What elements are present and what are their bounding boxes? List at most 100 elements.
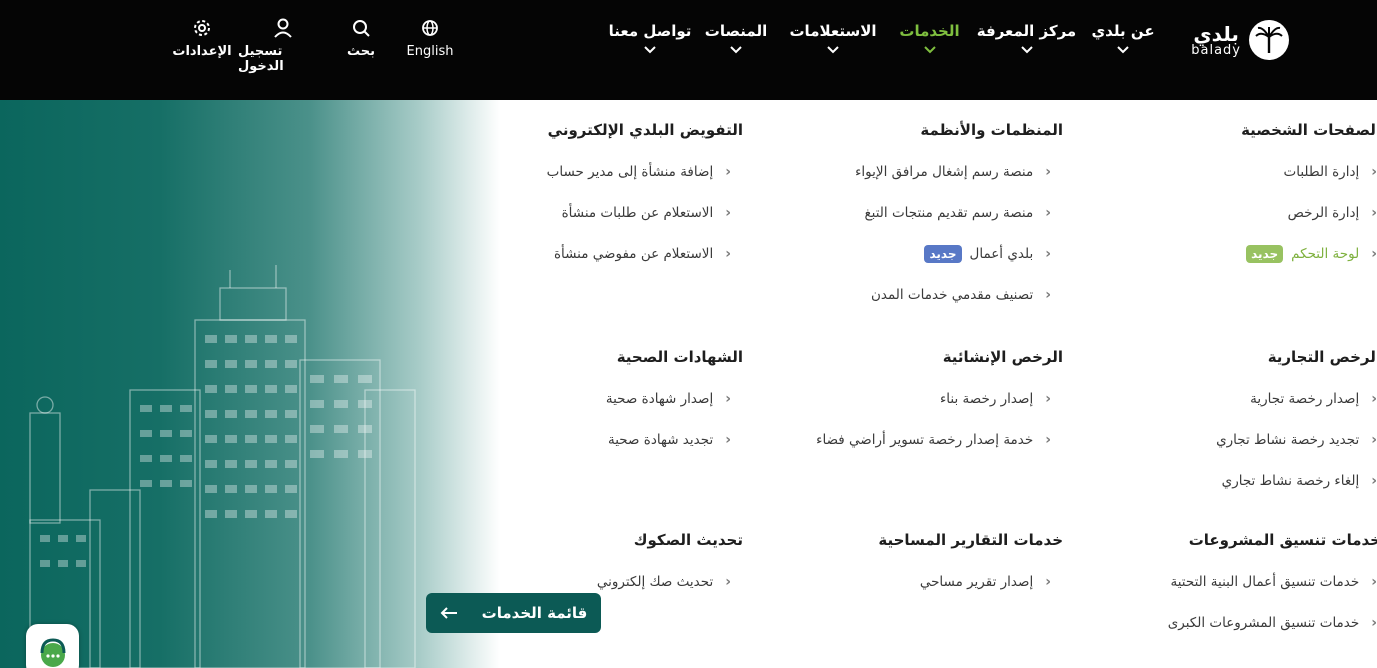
new-badge: جديد (1246, 245, 1284, 263)
link-text: منصة رسم تقديم منتجات التبغ (864, 205, 1034, 221)
chevron-left-icon: ‹ (1371, 574, 1377, 590)
link-add-facility-to-account-manager[interactable]: ‹ إضافة منشأة إلى مدير حساب (453, 162, 731, 182)
nav-services[interactable]: الخدمات (889, 22, 970, 54)
link-text: الاستعلام عن مفوضي منشأة (553, 246, 714, 262)
language-switch-button[interactable]: English (394, 18, 466, 74)
globe-icon (422, 20, 438, 36)
section-construction-licenses: الرخص الإنشائية ‹ إصدار رخصة بناء ‹ خدمة إ… (773, 348, 1063, 450)
section-title: الشهادات الصحية (616, 348, 743, 366)
nav-label: تواصل معنا (608, 22, 692, 40)
link-issue-survey-report[interactable]: ‹ إصدار تقرير مساحي (773, 572, 1051, 592)
link-renew-health-certificate[interactable]: ‹ تجديد شهادة صحية (453, 430, 731, 450)
nav-knowledge-center[interactable]: مركز المعرفة (970, 22, 1083, 54)
nav-label: الخدمات (899, 22, 960, 40)
chevron-left-icon: ‹ (1045, 574, 1051, 590)
nav-inquiries[interactable]: الاستعلامات (777, 22, 889, 54)
nav-about-balady[interactable]: عن بلدي (1083, 22, 1163, 54)
chevron-down-icon (923, 46, 936, 54)
section-title: المنظمات والأنظمة (920, 121, 1063, 139)
top-navigation-bar: بلدي balady عن بلدي مركز المعرفة الخدمات… (0, 0, 1377, 100)
chevron-left-icon: ‹ (725, 164, 731, 180)
link-text: تصنيف مقدمي خدمات المدن (870, 287, 1034, 303)
section-title: تحديث الصكوك (633, 531, 743, 549)
services-list-button[interactable]: قائمة الخدمات (426, 593, 601, 633)
settings-button[interactable]: الإعدادات (166, 18, 238, 74)
link-text: خدمات تنسيق المشروعات الكبرى (1167, 615, 1360, 631)
logo-arabic-text: بلدي (1193, 21, 1239, 46)
section-project-coordination: خدمات تنسيق المشروعات ‹ خدمات تنسيق أعمال… (1077, 531, 1377, 633)
header-tools: English بحث تسجيل الدخول الإعدادات (166, 18, 466, 74)
section-title: التفويض البلدي الإلكتروني (547, 121, 743, 139)
chevron-down-icon (1020, 46, 1033, 54)
link-text: لوحة التحكم (1291, 246, 1360, 262)
chevron-down-icon (1117, 46, 1129, 54)
link-update-electronic-deed[interactable]: ‹ تحديث صك إلكتروني (453, 572, 731, 592)
link-text: إدارة الرخص (1287, 205, 1360, 221)
main-menu: عن بلدي مركز المعرفة الخدمات الاستعلامات… (605, 22, 1163, 54)
link-renew-commercial-license[interactable]: ‹ تجديد رخصة نشاط تجاري (1077, 430, 1377, 450)
link-issue-commercial-license[interactable]: ‹ إصدار رخصة تجارية (1077, 389, 1377, 409)
nav-label: الاستعلامات (789, 22, 877, 40)
buildings-outline (29, 265, 416, 668)
link-text: بلدي أعمال (969, 246, 1034, 262)
chevron-down-icon (827, 46, 839, 54)
chevron-left-icon: ‹ (1371, 391, 1377, 407)
section-title: الصفحات الشخصية (1241, 121, 1377, 139)
section-health-certificates: الشهادات الصحية ‹ إصدار شهادة صحية ‹ تجديد… (453, 348, 743, 450)
section-survey-reports: خدمات التقارير المساحية ‹ إصدار تقرير مسا… (773, 531, 1063, 592)
chevron-left-icon: ‹ (1045, 432, 1051, 448)
section-title: خدمات تنسيق المشروعات (1188, 531, 1377, 549)
link-text: خدمة إصدار رخصة تسوير أراضي فضاء (816, 432, 1034, 448)
chevron-left-icon: ‹ (1371, 432, 1377, 448)
login-button[interactable]: تسجيل الدخول (238, 18, 328, 74)
chevron-left-icon: ‹ (1045, 164, 1051, 180)
chevron-left-icon: ‹ (725, 391, 731, 407)
search-icon (353, 20, 370, 37)
link-manage-licenses[interactable]: ‹ إدارة الرخص (1077, 203, 1377, 223)
section-organizations-systems: المنظمات والأنظمة ‹ منصة رسم إشغال مرافق … (773, 121, 1063, 305)
link-text: إصدار تقرير مساحي (919, 574, 1034, 590)
chevron-left-icon: ‹ (1371, 473, 1377, 489)
left-arrow-icon (440, 607, 457, 619)
login-label: تسجيل الدخول (238, 44, 284, 74)
chevron-down-icon (730, 46, 742, 54)
chevron-left-icon: ‹ (1371, 615, 1377, 631)
nav-platforms[interactable]: المنصات (695, 22, 777, 54)
settings-label: الإعدادات (172, 44, 232, 59)
link-tobacco-fee-platform[interactable]: ‹ منصة رسم تقديم منتجات التبغ (773, 203, 1051, 223)
section-personal-pages: الصفحات الشخصية ‹ إدارة الطلبات ‹ إدارة ال… (1077, 121, 1377, 264)
link-inquire-facility-requests[interactable]: ‹ الاستعلام عن طلبات منشأة (453, 203, 731, 223)
link-text: إضافة منشأة إلى مدير حساب (546, 164, 714, 180)
link-text: إصدار رخصة تجارية (1250, 391, 1360, 407)
link-cancel-commercial-license[interactable]: ‹ إلغاء رخصة نشاط تجاري (1077, 471, 1377, 491)
link-accommodation-fee-platform[interactable]: ‹ منصة رسم إشغال مرافق الإيواء (773, 162, 1051, 182)
section-title: الرخص التجارية (1267, 348, 1377, 366)
link-balady-business[interactable]: ‹ بلدي أعمال جديد (773, 244, 1051, 264)
search-button[interactable]: بحث (328, 18, 394, 74)
chevron-left-icon: ‹ (725, 574, 731, 590)
chevron-left-icon: ‹ (1371, 205, 1377, 221)
nav-label: المنصات (704, 22, 768, 40)
link-dashboard[interactable]: ‹ لوحة التحكم جديد (1077, 244, 1377, 264)
new-badge: جديد (924, 245, 962, 263)
chevron-left-icon: ‹ (1045, 246, 1051, 262)
link-issue-building-license[interactable]: ‹ إصدار رخصة بناء (773, 389, 1051, 409)
link-manage-requests[interactable]: ‹ إدارة الطلبات (1077, 162, 1377, 182)
balady-logo[interactable]: بلدي balady (1191, 20, 1289, 60)
language-label: English (406, 44, 454, 59)
link-inquire-facility-delegates[interactable]: ‹ الاستعلام عن مفوضي منشأة (453, 244, 731, 264)
link-issue-health-certificate[interactable]: ‹ إصدار شهادة صحية (453, 389, 731, 409)
nav-label: عن بلدي (1091, 22, 1155, 40)
chat-support-button[interactable] (26, 624, 79, 668)
user-icon (274, 18, 292, 38)
chevron-left-icon: ‹ (1045, 391, 1051, 407)
nav-contact-us[interactable]: تواصل معنا (605, 22, 695, 54)
link-infrastructure-coordination[interactable]: ‹ خدمات تنسيق أعمال البنية التحتية (1077, 572, 1377, 592)
chevron-left-icon: ‹ (1371, 246, 1377, 262)
link-text: إلغاء رخصة نشاط تجاري (1221, 473, 1360, 489)
link-major-projects-coordination[interactable]: ‹ خدمات تنسيق المشروعات الكبرى (1077, 613, 1377, 633)
palm-logo-icon (1249, 20, 1289, 60)
link-city-service-providers[interactable]: ‹ تصنيف مقدمي خدمات المدن (773, 285, 1051, 305)
link-fencing-license[interactable]: ‹ خدمة إصدار رخصة تسوير أراضي فضاء (773, 430, 1051, 450)
chevron-left-icon: ‹ (1045, 205, 1051, 221)
